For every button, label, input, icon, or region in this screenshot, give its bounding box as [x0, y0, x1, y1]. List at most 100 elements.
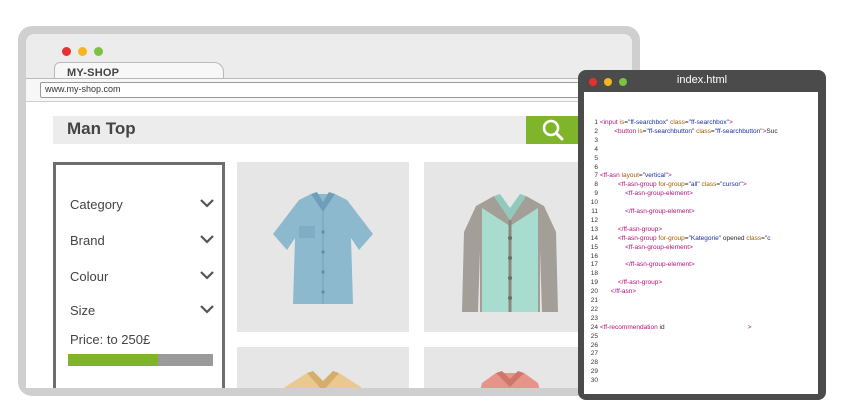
- code-line: 20 </ff-asn>: [584, 287, 636, 296]
- line-number: 14: [590, 234, 598, 242]
- code-line: 3: [584, 136, 600, 145]
- code-line: 25: [584, 332, 600, 341]
- product-card[interactable]: [424, 162, 596, 332]
- line-number: 23: [590, 314, 598, 322]
- editor-file-title: index.html: [676, 74, 728, 86]
- line-code: </ff-asn-group>: [617, 279, 663, 287]
- product-card[interactable]: [237, 347, 409, 388]
- line-code: <ff-asn layout="vertical">: [599, 172, 672, 180]
- code-line: 19 </ff-asn-group>: [584, 278, 662, 287]
- line-number: 17: [590, 261, 598, 269]
- line-number: 15: [590, 243, 598, 251]
- line-number: 3: [594, 136, 598, 144]
- line-number: 11: [591, 208, 598, 215]
- address-bar-row: www.my-shop.com: [26, 78, 632, 101]
- line-code: <ff-recommendation id >: [599, 323, 752, 331]
- code-line: 6: [584, 163, 600, 172]
- line-number: 10: [590, 199, 598, 207]
- filter-colour[interactable]: Colour: [70, 267, 216, 287]
- product-card[interactable]: [237, 162, 409, 332]
- code-line: 4: [584, 145, 600, 154]
- filter-label: Brand: [70, 233, 105, 248]
- code-line: 24 <ff-recommendation id >: [584, 323, 752, 332]
- line-number: 2: [594, 127, 598, 135]
- line-number: 13: [590, 225, 598, 233]
- line-number: 21: [590, 297, 598, 304]
- search-query: Man Top: [67, 119, 136, 138]
- line-code: <ff-asn-group for-group="Kategorie" open…: [617, 234, 771, 242]
- code-line: 27: [584, 349, 600, 358]
- code-line: 21: [584, 296, 600, 305]
- chevron-down-icon: [200, 271, 214, 280]
- chevron-down-icon: [200, 235, 214, 244]
- line-number: 18: [590, 270, 598, 278]
- line-code: </ff-asn>: [610, 288, 637, 296]
- code-line: 10: [584, 198, 600, 207]
- line-number: 1: [594, 119, 598, 126]
- chevron-down-icon: [200, 305, 214, 314]
- code-line: 7 <ff-asn layout="vertical">: [584, 171, 672, 180]
- code-line: 1 <input is="ff-searchbox" class="ff-sea…: [584, 118, 732, 127]
- search-bar[interactable]: Man Top: [53, 116, 579, 144]
- maximize-window-icon[interactable]: [94, 47, 103, 56]
- page-viewport: Man Top Category Brand Colour Size Price…: [26, 102, 632, 388]
- line-number: 27: [590, 350, 598, 358]
- code-area[interactable]: 1 <input is="ff-searchbox" class="ff-sea…: [584, 92, 818, 394]
- price-range-fill: [68, 354, 158, 366]
- filter-label: Size: [70, 303, 96, 318]
- cardigan-image: [462, 194, 558, 312]
- line-number: 9: [594, 190, 598, 198]
- line-number: 12: [590, 216, 598, 224]
- code-editor-window: index.html 1 <input is="ff-searchbox" cl…: [578, 70, 826, 400]
- address-bar[interactable]: www.my-shop.com: [40, 82, 602, 98]
- code-line: 22: [584, 305, 600, 314]
- line-number: 24: [590, 323, 598, 331]
- code-line: 28: [584, 358, 600, 367]
- code-line: 15 <ff-asn-group-element>: [584, 243, 693, 252]
- product-card[interactable]: [424, 347, 596, 388]
- magnifier-icon: [542, 119, 564, 141]
- code-line: 29: [584, 367, 600, 376]
- line-number: 22: [590, 305, 598, 313]
- code-line: 8 <ff-asn-group for-group="all" class="c…: [584, 180, 747, 189]
- line-number: 7: [594, 172, 598, 180]
- minimize-window-icon[interactable]: [78, 47, 87, 56]
- close-window-icon[interactable]: [62, 47, 71, 56]
- code-line: 23: [584, 314, 600, 323]
- line-number: 30: [590, 377, 598, 385]
- line-code: <ff-asn-group-element>: [625, 190, 693, 198]
- line-code: </ff-asn-group>: [617, 225, 663, 233]
- code-line: 26: [584, 341, 600, 350]
- address-url: www.my-shop.com: [45, 84, 121, 94]
- red-shirt-image: [480, 371, 540, 388]
- price-range-slider[interactable]: [68, 354, 213, 366]
- code-line: 12: [584, 216, 600, 225]
- code-line: 14 <ff-asn-group for-group="Kategorie" o…: [584, 234, 771, 243]
- line-number: 29: [590, 368, 598, 376]
- filter-category[interactable]: Category: [70, 195, 216, 215]
- yellow-shirt-image: [285, 371, 361, 388]
- line-number: 26: [590, 341, 598, 349]
- code-line: 11 </ff-asn-group-element>: [584, 207, 695, 216]
- line-code: </ff-asn-group-element>: [625, 208, 695, 215]
- chevron-down-icon: [200, 199, 214, 208]
- price-label: Price: to 250£: [70, 332, 151, 347]
- code-line: 17 </ff-asn-group-element>: [584, 260, 695, 269]
- filter-brand[interactable]: Brand: [70, 231, 216, 251]
- line-number: 19: [590, 279, 598, 287]
- filter-size[interactable]: Size: [70, 301, 216, 321]
- line-code: <ff-asn-group for-group="all" class="cur…: [617, 181, 747, 189]
- code-line: 18: [584, 269, 600, 278]
- search-button[interactable]: [526, 116, 580, 144]
